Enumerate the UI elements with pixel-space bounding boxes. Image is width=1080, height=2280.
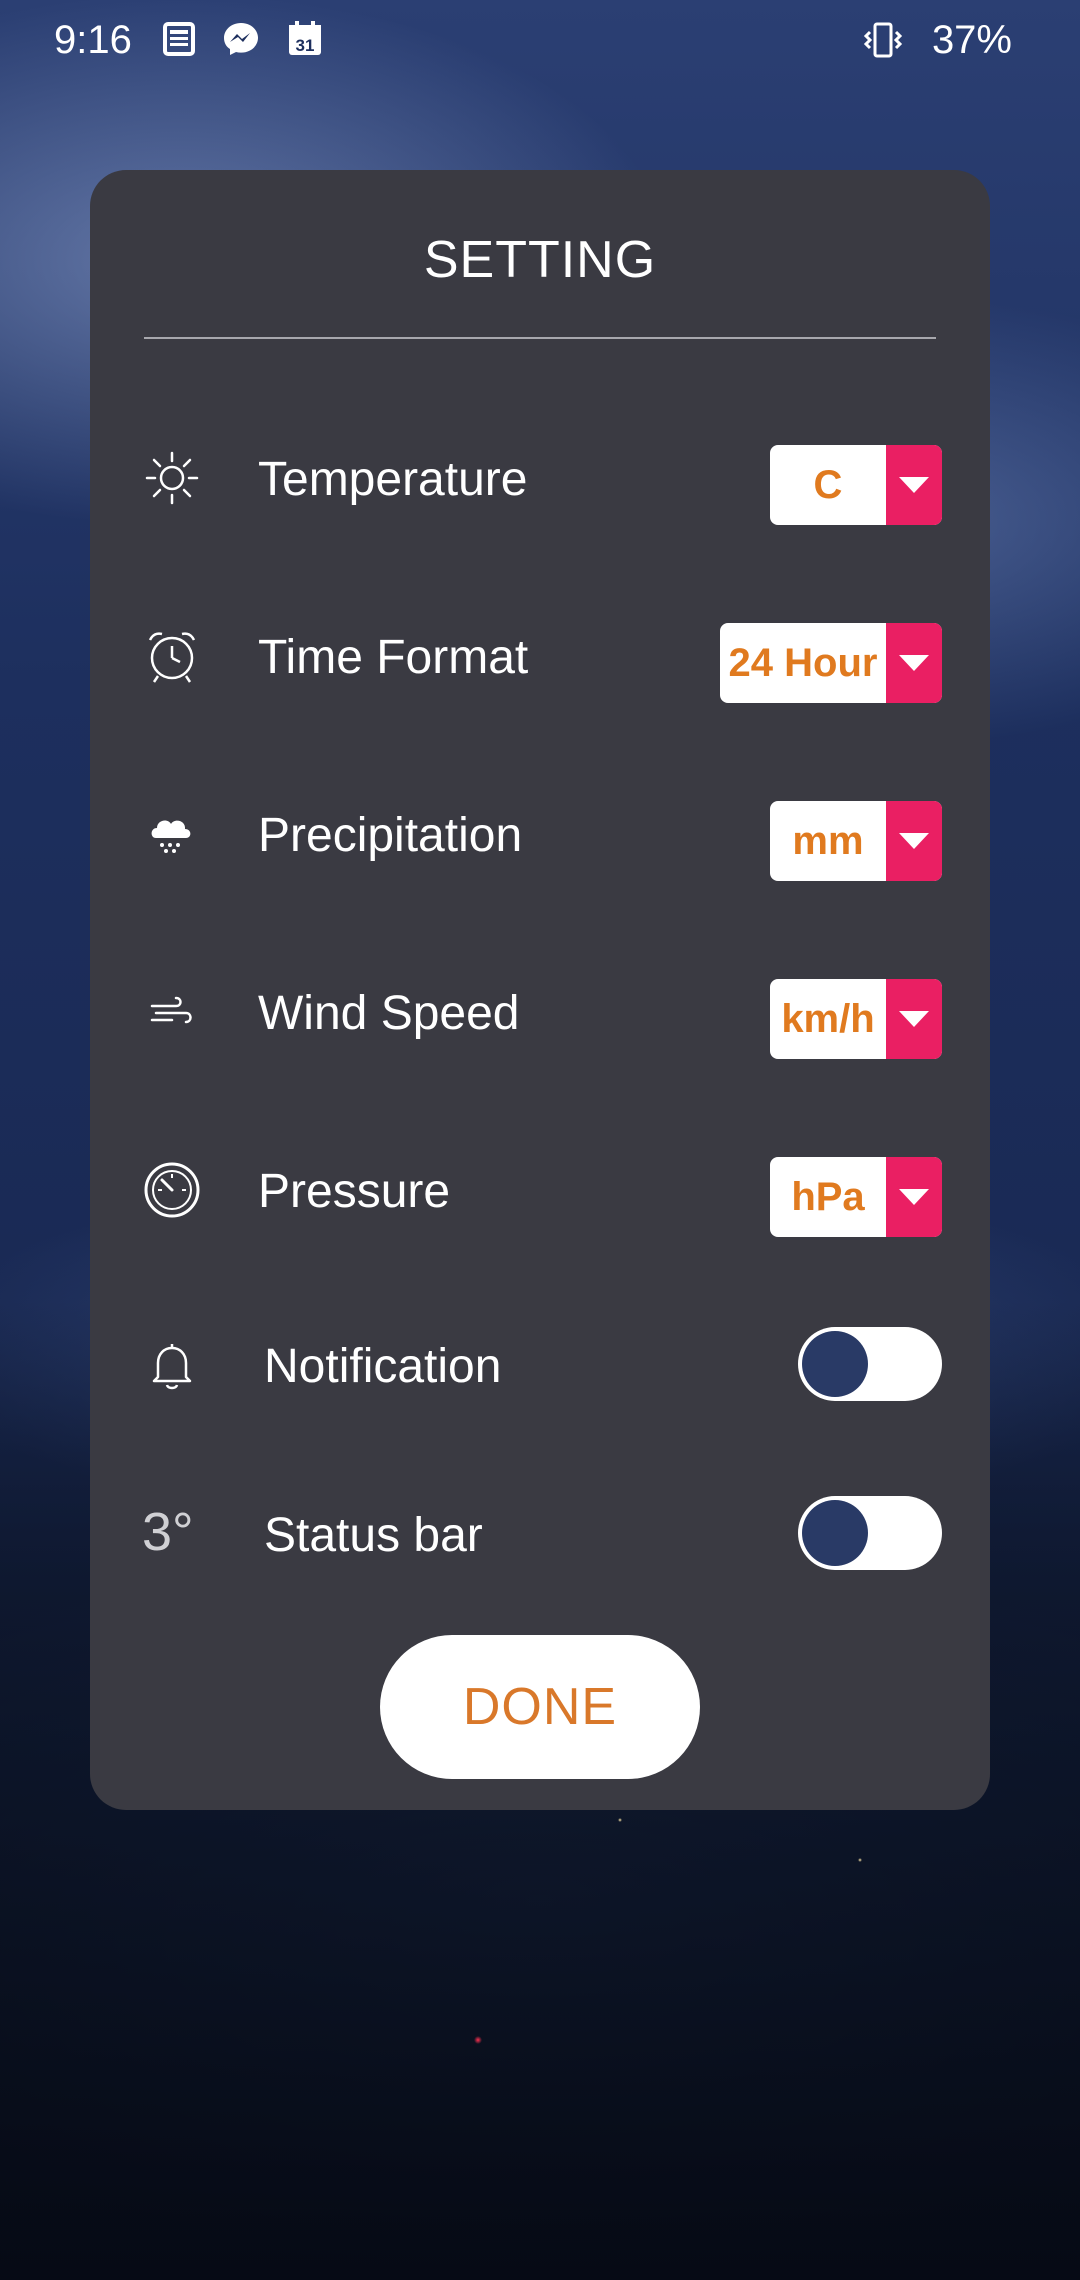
gauge-icon	[144, 1162, 200, 1218]
setting-label-pressure: Pressure	[258, 1165, 451, 1218]
setting-label-precipitation: Precipitation	[258, 809, 523, 862]
wind-speed-value: km/h	[781, 997, 875, 1041]
status-time: 9:16	[54, 18, 132, 62]
sun-icon	[145, 451, 199, 505]
chevron-down-icon[interactable]	[886, 801, 942, 881]
setting-row-pressure: Pressure hPa	[90, 1140, 990, 1240]
chevron-down-icon[interactable]	[886, 979, 942, 1059]
setting-row-notification: Notification	[90, 1315, 990, 1415]
toggle-knob	[802, 1331, 868, 1397]
setting-row-time-format: Time Format 24 Hour	[90, 606, 990, 706]
setting-label-wind-speed: Wind Speed	[258, 987, 520, 1040]
messenger-icon	[224, 23, 258, 55]
notification-toggle[interactable]	[798, 1327, 942, 1401]
precipitation-value: mm	[792, 819, 864, 863]
setting-label-time-format: Time Format	[258, 631, 529, 684]
dialog-title: SETTING	[423, 231, 657, 289]
chevron-down-icon[interactable]	[886, 445, 942, 525]
chevron-down-icon[interactable]	[886, 1157, 942, 1237]
news-icon	[163, 22, 195, 56]
time-format-dropdown[interactable]: 24 Hour	[720, 623, 942, 703]
pressure-dropdown[interactable]: hPa	[770, 1157, 942, 1237]
done-button[interactable]: DONE	[380, 1635, 700, 1779]
chevron-down-icon[interactable]	[886, 623, 942, 703]
vibrate-icon	[863, 22, 903, 58]
setting-row-precipitation: Precipitation mm	[90, 784, 990, 884]
setting-row-wind-speed: Wind Speed km/h	[90, 962, 990, 1062]
setting-row-temperature: Temperature C	[90, 428, 990, 528]
rain-cloud-icon	[151, 820, 191, 853]
settings-dialog: SETTING Temperature C Time Format 24 Hou…	[90, 170, 990, 1810]
toggle-knob	[802, 1500, 868, 1566]
battery-percent: 37%	[931, 18, 1012, 62]
temperature-dropdown[interactable]: C	[770, 445, 942, 525]
temperature-value: C	[813, 463, 843, 507]
setting-row-status-bar: 3° Status bar	[90, 1484, 990, 1584]
status-bar: 9:16 31 37%	[0, 0, 1080, 80]
setting-label-status-bar: Status bar	[264, 1509, 483, 1562]
calendar-day-text: 31	[296, 36, 315, 55]
bell-icon	[152, 1344, 192, 1390]
wind-icon	[150, 996, 192, 1024]
pressure-value: hPa	[791, 1175, 865, 1219]
setting-label-notification: Notification	[264, 1340, 502, 1393]
temperature-degree-icon: 3°	[142, 1502, 194, 1562]
precipitation-dropdown[interactable]: mm	[770, 801, 942, 881]
time-format-value: 24 Hour	[728, 641, 878, 685]
setting-label-temperature: Temperature	[258, 453, 528, 506]
title-divider	[144, 337, 936, 339]
wind-speed-dropdown[interactable]: km/h	[770, 979, 942, 1059]
status-bar-toggle[interactable]	[798, 1496, 942, 1570]
calendar-icon: 31	[289, 21, 321, 55]
alarm-clock-icon	[148, 632, 196, 683]
